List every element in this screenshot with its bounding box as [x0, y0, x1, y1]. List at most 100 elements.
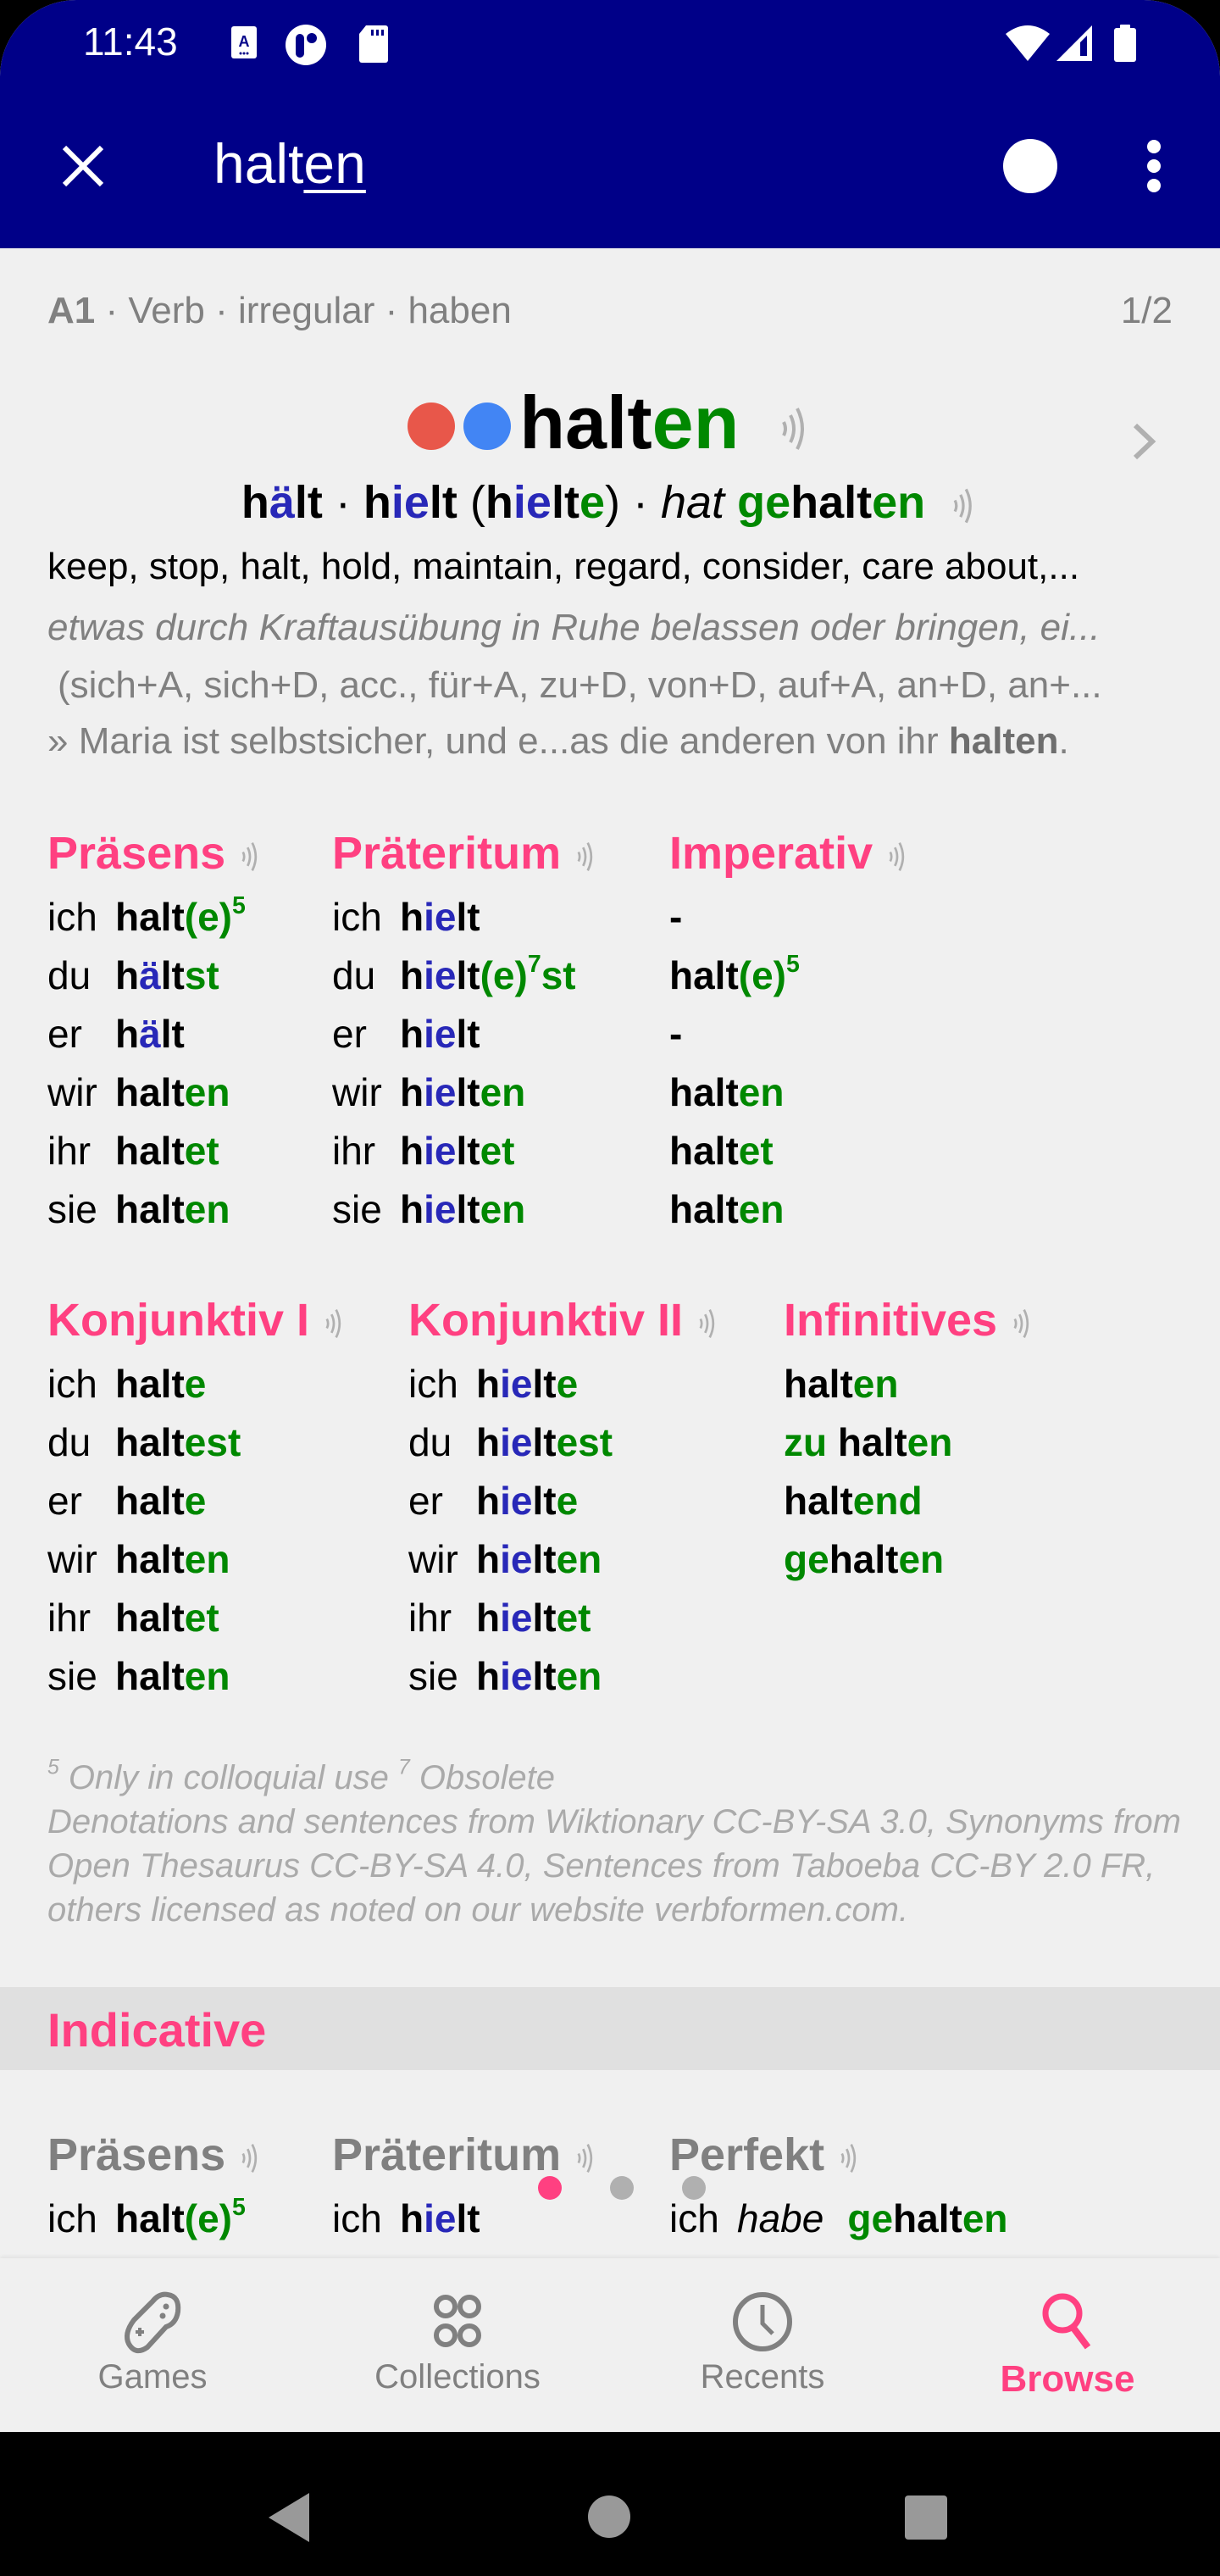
speaker-icon[interactable] [1009, 1305, 1034, 1342]
nav-recents[interactable]: Recents [610, 2258, 915, 2432]
verb-form: hielt(e)7st [400, 951, 576, 997]
accessibility-a-icon: A [231, 26, 257, 58]
svg-text:A: A [239, 33, 250, 50]
verb-form: - [669, 895, 683, 939]
speaker-icon[interactable] [884, 838, 910, 875]
verb-form: halten [115, 1187, 230, 1231]
pronoun: sie [47, 1654, 97, 1698]
recents-icon[interactable] [904, 2495, 948, 2540]
verb-form: hieltest [476, 1420, 613, 1464]
section-header-indicative: Indicative [0, 1987, 1220, 2070]
gender-dot-blue [463, 402, 512, 450]
table-konjunktiv1: Konjunktiv Iich halte du haltest er halte wir h… [47, 1291, 347, 1706]
headword-stem: halt [519, 380, 652, 464]
tense-title: Infinitives [784, 1291, 1034, 1350]
verb-form: halt(e)5 [115, 2194, 246, 2240]
app-notification-icon [286, 25, 326, 65]
pronoun: wir [408, 1537, 458, 1581]
pronoun: du [47, 1420, 92, 1464]
speaker-icon[interactable] [237, 838, 263, 875]
verb-form: haltet [115, 1596, 219, 1640]
word-meta-rest: · Verb · irregular · haben [95, 290, 512, 331]
back-icon[interactable] [267, 2491, 311, 2544]
pronoun: er [47, 1479, 82, 1523]
pronoun: ich [332, 895, 382, 939]
tense-title: Präsens [47, 824, 263, 883]
speaker-icon[interactable] [321, 1305, 347, 1342]
verb-form: hältst [115, 953, 219, 997]
pronoun: ihr [332, 1129, 376, 1173]
conjugation-row: ihr haltet [47, 1122, 263, 1180]
speaker-icon[interactable] [695, 1305, 720, 1342]
app-screen: 11:43 A halten A1 · Verb · irregular · h… [0, 0, 1220, 2432]
verb-form: halten [115, 1070, 230, 1114]
verb-form: halte [115, 1479, 207, 1523]
nav-games[interactable]: Games [0, 2258, 305, 2432]
page-dot[interactable] [682, 2176, 706, 2200]
conjugation-row: du hieltest [408, 1413, 720, 1472]
nav-browse[interactable]: Browse [915, 2258, 1220, 2432]
conjugation-row: er halte [47, 1472, 347, 1530]
footnote: 5 Only in colloquial use 7 Obsolete Deno… [47, 1756, 1183, 1932]
pronoun: sie [332, 1187, 382, 1231]
verb-form: hielte [476, 1362, 579, 1406]
home-icon[interactable] [587, 2495, 631, 2539]
more-vert-icon [1144, 140, 1164, 192]
conjugation-row: ihr hieltet [408, 1589, 720, 1647]
next-entry-chevron-icon[interactable] [1127, 420, 1161, 463]
speaker-icon[interactable] [237, 2140, 263, 2177]
page-dot-active[interactable] [538, 2176, 562, 2200]
entry-pager: 1/2 [1120, 290, 1173, 331]
pronoun: sie [408, 1654, 458, 1698]
speaker-icon[interactable] [573, 2140, 598, 2177]
license-text: Denotations and sentences from Wiktionar… [47, 1803, 1181, 1929]
more-options-button[interactable] [1144, 140, 1164, 192]
wifi-icon [1006, 25, 1050, 61]
query-underlined: en [303, 132, 366, 195]
conjugation-row: halten [669, 1180, 910, 1239]
close-icon [62, 145, 104, 187]
record-button[interactable] [1003, 139, 1057, 193]
table-infinitives: Infinitives halten zu halten haltend gehalte… [784, 1291, 1034, 1589]
conjugation-row: halten [784, 1355, 1034, 1413]
verb-form: hieltet [476, 1596, 591, 1640]
speaker-icon[interactable] [948, 485, 979, 527]
verb-form: hielt [400, 2196, 480, 2240]
pronoun: sie [47, 1187, 97, 1231]
verb-form: halten [669, 1187, 785, 1231]
conjugation-row: haltet [669, 1122, 910, 1180]
pronoun: er [408, 1479, 443, 1523]
conjugation-row: halt(e)5 [669, 947, 910, 1005]
speaker-icon[interactable] [573, 838, 598, 875]
table-imperativ: Imperativ - halt(e)5 - halten haltet halten [669, 824, 910, 1239]
pronoun: du [408, 1420, 452, 1464]
conjugation-row: wir hielten [408, 1530, 720, 1589]
table-praesens: Präsens ich halt(e)5 du hältst er hält wir halte… [47, 824, 263, 1239]
conjugation-row: du hältst [47, 947, 263, 1005]
conjugation-row: du haltest [47, 1413, 347, 1472]
page-dot[interactable] [610, 2176, 634, 2200]
pronoun: er [47, 1012, 82, 1056]
verb-form: halten [115, 1537, 230, 1581]
search-query[interactable]: halten [214, 131, 366, 196]
speaker-icon[interactable] [775, 403, 812, 454]
prepositions: (sich+A, sich+D, acc., für+A, zu+D, von+… [58, 664, 1102, 706]
conjugation-row: sie halten [47, 1647, 347, 1706]
verb-form: halt(e)5 [669, 951, 800, 997]
speaker-icon[interactable] [836, 2140, 862, 2177]
search-icon [1042, 2293, 1091, 2350]
word-meta: A1 · Verb · irregular · haben [47, 290, 512, 332]
query-plain: halt [214, 132, 304, 195]
page-indicator [0, 2176, 1220, 2201]
conjugation-row: sie halten [47, 1180, 263, 1239]
close-button[interactable] [53, 136, 114, 197]
pronoun: wir [47, 1070, 97, 1114]
tense-title: Konjunktiv II [408, 1291, 720, 1350]
verb-form: - [669, 1012, 683, 1056]
nav-collections[interactable]: Collections [305, 2258, 610, 2432]
conjugation-row: sie hielten [332, 1180, 598, 1239]
gamepad-icon [125, 2291, 181, 2354]
verb-form: hält [115, 1012, 185, 1056]
conjugation-row: gehalten [784, 1530, 1034, 1589]
pronoun: du [332, 953, 376, 997]
